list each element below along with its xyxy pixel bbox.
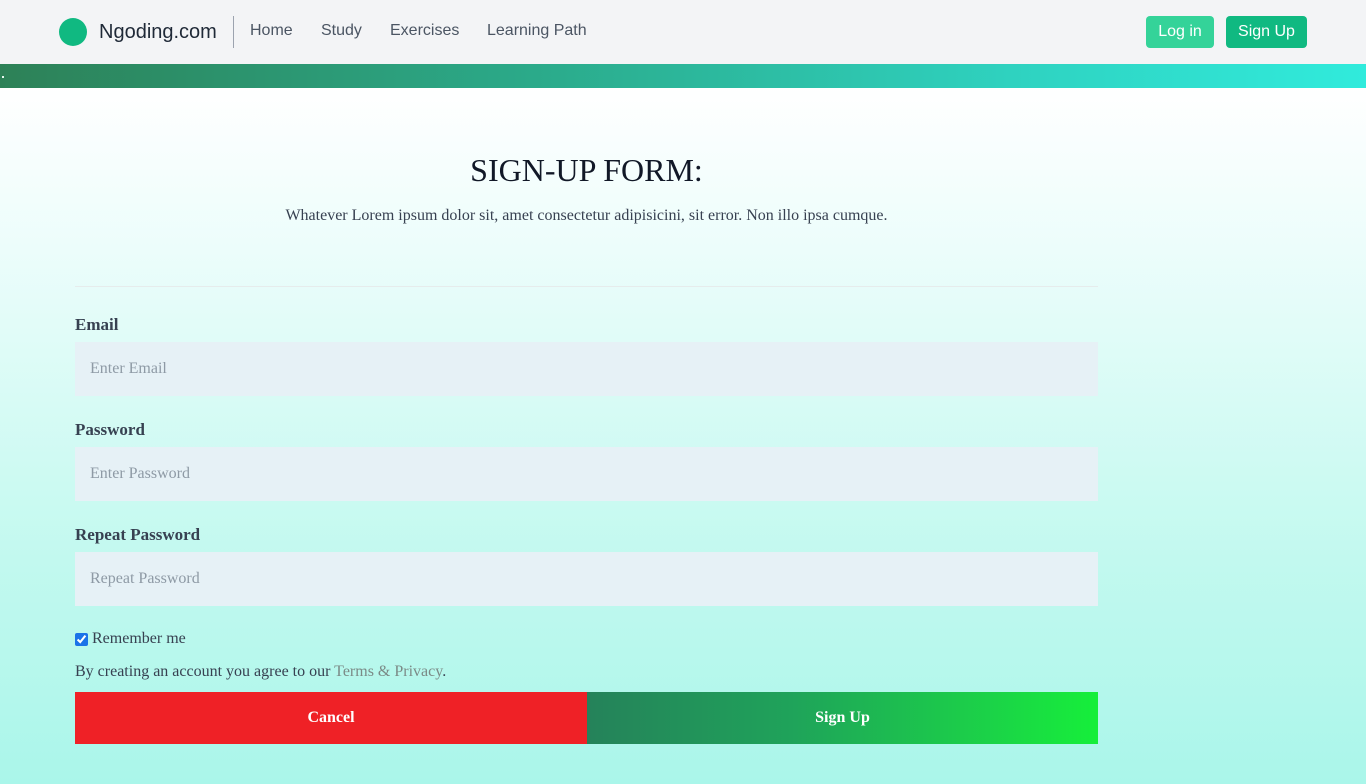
nav-divider bbox=[233, 16, 234, 48]
signup-submit-button[interactable]: Sign Up bbox=[587, 692, 1098, 744]
repeat-password-label: Repeat Password bbox=[75, 525, 201, 544]
password-field[interactable] bbox=[75, 447, 1098, 501]
logo-circle-icon[interactable] bbox=[59, 18, 87, 46]
remember-me-checkbox[interactable] bbox=[75, 632, 88, 646]
top-navbar: Ngoding.com Home Study Exercises Learnin… bbox=[0, 0, 1366, 64]
brand-name[interactable]: Ngoding.com bbox=[99, 19, 217, 45]
form-subtitle: Whatever Lorem ipsum dolor sit, amet con… bbox=[285, 207, 888, 224]
login-button[interactable]: Log in bbox=[1146, 16, 1214, 48]
form-title: SIGN-UP FORM: bbox=[470, 152, 703, 188]
nav-link-learning-path[interactable]: Learning Path bbox=[487, 21, 587, 41]
remember-me[interactable]: Remember me bbox=[75, 630, 186, 648]
nav-signup-button[interactable]: Sign Up bbox=[1226, 16, 1307, 48]
remember-me-label: Remember me bbox=[92, 630, 186, 647]
nav-link-home[interactable]: Home bbox=[250, 21, 293, 41]
email-field[interactable] bbox=[75, 342, 1098, 396]
nav-link-exercises[interactable]: Exercises bbox=[390, 21, 459, 41]
banner-dot bbox=[2, 76, 4, 78]
terms-prefix: By creating an account you agree to our bbox=[75, 663, 335, 680]
repeat-password-field[interactable] bbox=[75, 552, 1098, 606]
gradient-banner bbox=[0, 64, 1366, 88]
password-label: Password bbox=[75, 420, 145, 439]
terms-suffix: . bbox=[442, 663, 447, 680]
email-label: Email bbox=[75, 315, 119, 334]
terms-text: By creating an account you agree to our … bbox=[75, 662, 446, 682]
form-divider bbox=[75, 286, 1098, 287]
cancel-button[interactable]: Cancel bbox=[75, 692, 587, 744]
terms-privacy-link[interactable]: Terms & Privacy bbox=[334, 663, 442, 680]
nav-link-study[interactable]: Study bbox=[321, 21, 362, 41]
